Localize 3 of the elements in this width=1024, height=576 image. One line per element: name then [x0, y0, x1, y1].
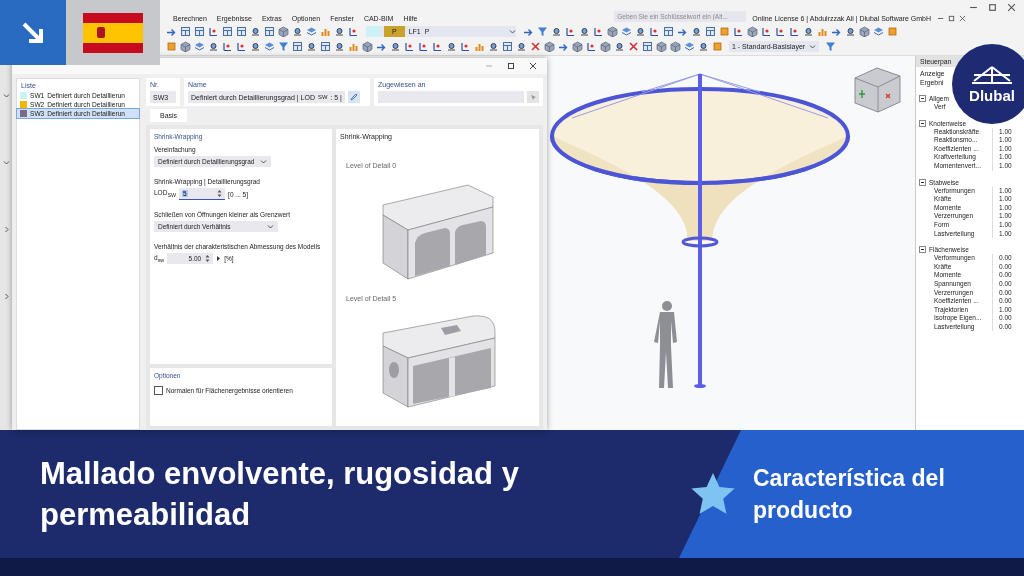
- tag-text: Característica del producto: [753, 464, 946, 525]
- logo-text: Dlubal: [969, 86, 1015, 104]
- banner-title: Mallado envolvente, rugosidad y permeabilidad: [40, 455, 520, 534]
